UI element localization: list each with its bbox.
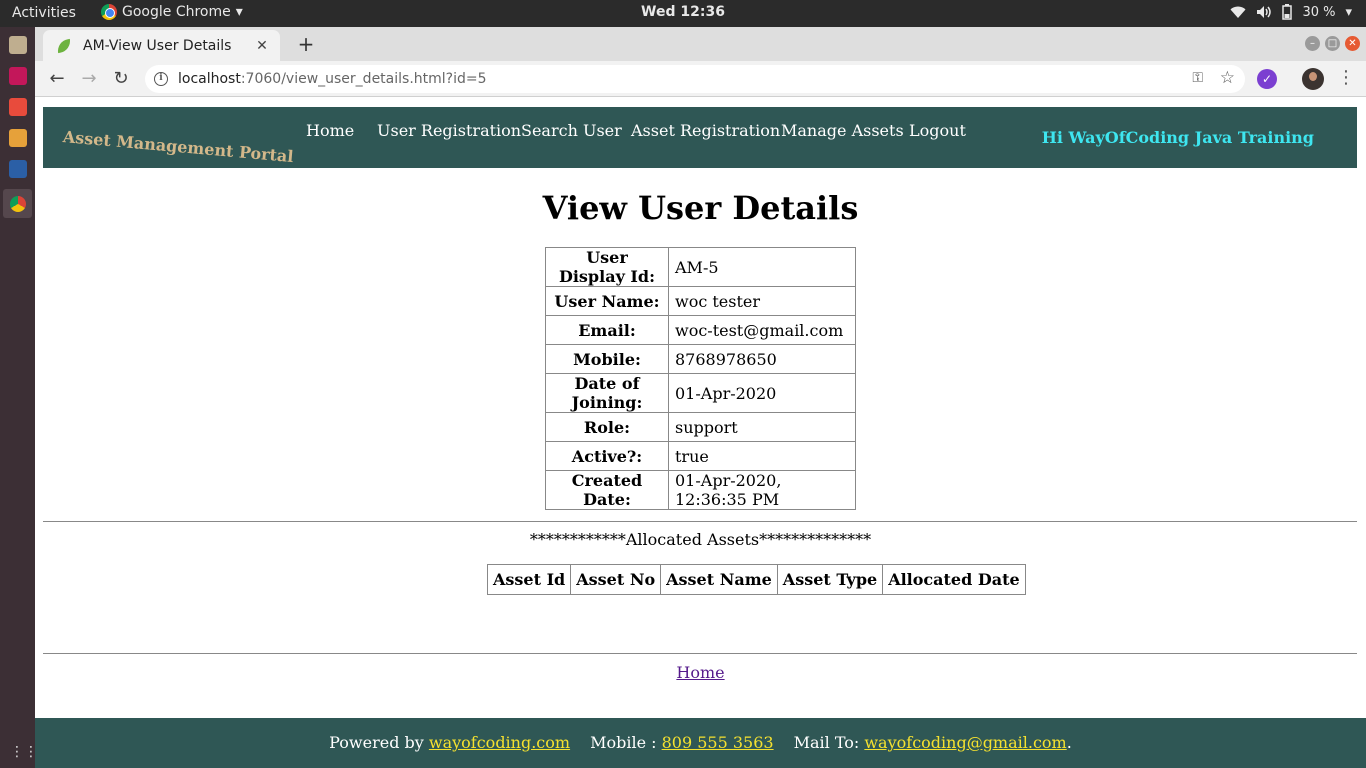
- nav-link-manage-assets[interactable]: Manage Assets: [781, 121, 904, 140]
- extension-check-icon[interactable]: ✓: [1257, 69, 1277, 89]
- mail-link[interactable]: wayofcoding@gmail.com: [864, 733, 1066, 752]
- forward-button[interactable]: →: [78, 68, 100, 90]
- page-viewport: Asset Management Portal Home User Regist…: [35, 97, 1366, 768]
- user-greeting: Hi WayOfCoding Java Training: [1041, 128, 1314, 147]
- table-row: Role: support: [545, 412, 856, 442]
- site-footer: Powered by wayofcoding.com Mobile : 809 5…: [35, 718, 1366, 768]
- detail-label: User Display Id:: [545, 247, 669, 287]
- battery-percentage: 30 %: [1302, 4, 1336, 20]
- detail-value: 8768978650: [668, 344, 856, 374]
- page-title: View User Details: [542, 189, 859, 227]
- detail-value: true: [668, 441, 856, 471]
- table-row: Date of Joining: 01-Apr-2020: [545, 373, 856, 413]
- key-icon[interactable]: ⚿: [1192, 70, 1203, 86]
- detail-label: Email:: [545, 315, 669, 345]
- column-header-asset-name: Asset Name: [660, 564, 778, 595]
- avatar[interactable]: [1302, 68, 1324, 90]
- table-row: Created Date: 01-Apr-2020, 12:36:35 PM: [545, 470, 856, 510]
- detail-value: woc-test@gmail.com: [668, 315, 856, 345]
- table-header-row: Asset Id Asset No Asset Name Asset Type …: [486, 564, 1026, 595]
- column-header-asset-id: Asset Id: [486, 564, 572, 595]
- table-row: Active?: true: [545, 441, 856, 471]
- table-row: User Name: woc tester: [545, 286, 856, 316]
- site-navbar: Asset Management Portal Home User Regist…: [43, 107, 1357, 168]
- close-icon[interactable]: ✕: [254, 38, 270, 54]
- nav-link-home[interactable]: Home: [306, 121, 354, 140]
- minimize-button[interactable]: –: [1305, 36, 1320, 51]
- detail-label: Date of Joining:: [545, 373, 669, 413]
- intellij-icon[interactable]: [9, 67, 27, 85]
- volume-icon: [1257, 6, 1272, 18]
- tab-title: AM-View User Details: [83, 37, 232, 54]
- detail-value: 01-Apr-2020: [668, 373, 856, 413]
- table-row: User Display Id: AM-5: [545, 247, 856, 287]
- files-icon[interactable]: [9, 36, 27, 54]
- text-editor-icon[interactable]: [9, 129, 27, 147]
- detail-label: Created Date:: [545, 470, 669, 510]
- address-bar[interactable]: i localhost:7060/view_user_details.html?…: [145, 65, 1245, 93]
- column-header-allocated-date: Allocated Date: [882, 564, 1026, 595]
- detail-label: Role:: [545, 412, 669, 442]
- app-menu[interactable]: Google Chrome ▾: [101, 4, 243, 20]
- mobile-label: Mobile :: [590, 733, 662, 752]
- activities-button[interactable]: Activities: [12, 5, 76, 21]
- chevron-down-icon: ▾: [235, 4, 243, 20]
- home-link[interactable]: Home: [676, 663, 724, 682]
- tab-active[interactable]: AM-View User Details ✕: [43, 30, 280, 61]
- column-header-asset-no: Asset No: [570, 564, 662, 595]
- allocated-assets-heading: ************Allocated Assets************…: [529, 530, 872, 549]
- vscode-icon[interactable]: [9, 160, 27, 178]
- leaf-favicon-icon: [56, 38, 72, 53]
- detail-value: 01-Apr-2020, 12:36:35 PM: [668, 470, 856, 510]
- divider: [43, 521, 1357, 522]
- detail-label: Mobile:: [545, 344, 669, 374]
- reload-button[interactable]: ↻: [110, 68, 132, 90]
- column-header-asset-type: Asset Type: [776, 564, 884, 595]
- new-tab-button[interactable]: +: [294, 32, 318, 56]
- os-top-bar: Activities Google Chrome ▾ Wed 12:36 30 …: [0, 0, 1366, 27]
- mail-suffix: .: [1066, 733, 1072, 752]
- tab-strip: AM-View User Details ✕ + – □ ✕: [35, 27, 1366, 61]
- detail-label: User Name:: [545, 286, 669, 316]
- info-icon[interactable]: i: [154, 72, 168, 86]
- table-row: Mobile: 8768978650: [545, 344, 856, 374]
- chrome-menu-icon[interactable]: ⋮: [1337, 67, 1355, 88]
- maximize-button[interactable]: □: [1325, 36, 1340, 51]
- back-button[interactable]: ←: [46, 68, 68, 90]
- powered-by-link[interactable]: wayofcoding.com: [429, 733, 570, 752]
- detail-value: support: [668, 412, 856, 442]
- bookmark-star-icon[interactable]: ☆: [1220, 68, 1235, 88]
- wifi-icon: [1230, 6, 1246, 18]
- nav-link-asset-registration[interactable]: Asset Registration: [631, 121, 780, 140]
- nav-link-user-registration[interactable]: User Registration: [377, 121, 521, 140]
- powered-by-label: Powered by: [329, 733, 429, 752]
- launcher-dock: ⋮⋮⋮: [0, 27, 52, 768]
- url-text: localhost:7060/view_user_details.html?id…: [178, 71, 487, 87]
- table-row: Email: woc-test@gmail.com: [545, 315, 856, 345]
- detail-value: woc tester: [668, 286, 856, 316]
- user-details-table: User Display Id: AM-5 User Name: woc teste…: [545, 247, 856, 510]
- divider: [43, 653, 1357, 654]
- mobile-link[interactable]: 809 555 3563: [662, 733, 774, 752]
- help-icon[interactable]: [9, 98, 27, 116]
- detail-label: Active?:: [545, 441, 669, 471]
- mail-label: Mail To:: [793, 733, 865, 752]
- app-menu-label: Google Chrome: [122, 4, 231, 20]
- system-tray[interactable]: 30 % ▾: [1230, 4, 1352, 20]
- browser-toolbar: ← → ↻ i localhost:7060/view_user_details…: [35, 61, 1366, 97]
- chevron-down-icon: ▾: [1345, 4, 1352, 20]
- site-brand: Asset Management Portal: [62, 127, 295, 167]
- allocated-assets-table: Asset Id Asset No Asset Name Asset Type …: [486, 564, 1026, 595]
- chrome-icon: [101, 4, 117, 20]
- chrome-launcher-icon[interactable]: [3, 189, 32, 218]
- battery-icon: [1282, 4, 1293, 20]
- window-close-button[interactable]: ✕: [1345, 36, 1360, 51]
- home-link-container: Home: [35, 663, 1366, 682]
- detail-value: AM-5: [668, 247, 856, 287]
- nav-link-search-user[interactable]: Search User: [521, 121, 622, 140]
- nav-link-logout[interactable]: Logout: [909, 121, 966, 140]
